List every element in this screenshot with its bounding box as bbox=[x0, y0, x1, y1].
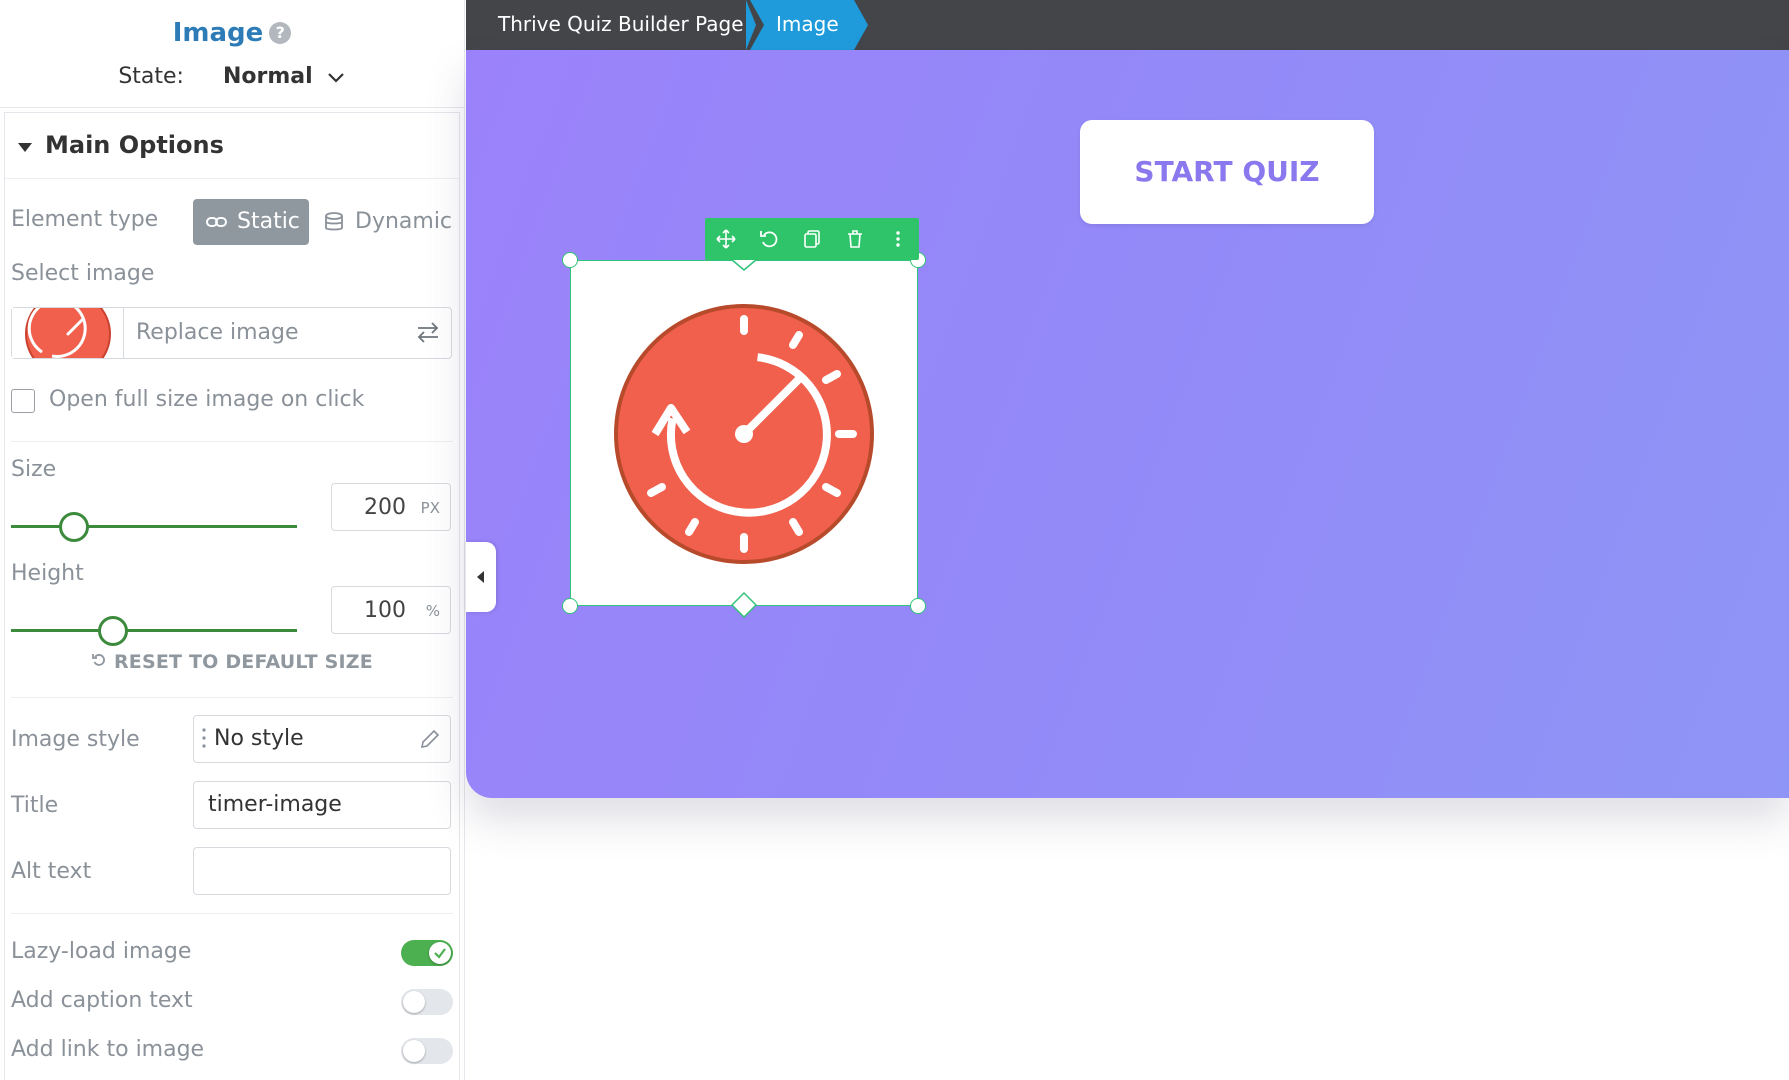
height-value: 100 bbox=[364, 598, 406, 623]
static-label: Static bbox=[237, 209, 300, 234]
duplicate-icon[interactable] bbox=[791, 218, 833, 260]
link-toggle[interactable] bbox=[401, 1038, 453, 1064]
main-options-header[interactable]: Main Options bbox=[5, 113, 459, 179]
resize-handle-top-left[interactable] bbox=[562, 252, 578, 268]
dynamic-button[interactable]: Dynamic bbox=[321, 199, 453, 245]
open-full-size-checkbox[interactable] bbox=[11, 389, 35, 413]
divider bbox=[11, 697, 453, 698]
size-slider[interactable] bbox=[11, 507, 297, 547]
reset-icon bbox=[91, 651, 114, 673]
dynamic-label: Dynamic bbox=[355, 209, 453, 234]
height-slider[interactable] bbox=[11, 611, 297, 651]
breadcrumb: Thrive Quiz Builder Page Image bbox=[466, 0, 1789, 50]
reset-default-size-link[interactable]: RESET TO DEFAULT SIZE bbox=[5, 651, 459, 673]
image-picker[interactable]: Replace image bbox=[11, 307, 452, 359]
settings-panel: Image? State: Normal Main Options Elemen… bbox=[0, 0, 465, 1080]
main-options-section: Main Options Element type Static Dynamic… bbox=[4, 112, 460, 1080]
caption-label: Add caption text bbox=[11, 988, 193, 1013]
size-unit: PX bbox=[420, 499, 440, 517]
link-icon bbox=[205, 211, 229, 239]
link-label: Add link to image bbox=[11, 1037, 205, 1062]
height-slider-track bbox=[11, 629, 297, 632]
image-style-value: No style bbox=[214, 726, 304, 751]
toggle-knob bbox=[429, 942, 451, 964]
state-selector[interactable]: State: Normal bbox=[0, 64, 464, 90]
drag-dots-icon bbox=[202, 726, 206, 754]
state-label: State: bbox=[118, 64, 184, 89]
trash-icon[interactable] bbox=[834, 218, 876, 260]
move-icon[interactable] bbox=[705, 218, 747, 260]
static-button[interactable]: Static bbox=[193, 199, 309, 245]
panel-title: Image? bbox=[0, 18, 464, 48]
breadcrumb-page[interactable]: Thrive Quiz Builder Page bbox=[498, 12, 744, 36]
height-unit: % bbox=[425, 602, 440, 620]
toggle-knob bbox=[403, 991, 425, 1013]
size-value: 200 bbox=[364, 495, 406, 520]
collapse-panel-button[interactable] bbox=[466, 542, 496, 612]
caption-toggle[interactable] bbox=[401, 989, 453, 1015]
height-input[interactable]: 100 % bbox=[331, 586, 451, 634]
breadcrumb-current-label: Image bbox=[776, 12, 839, 36]
lazy-load-toggle[interactable] bbox=[401, 940, 453, 966]
alt-text-input[interactable] bbox=[193, 847, 451, 895]
panel-header: Image? State: Normal bbox=[0, 0, 464, 108]
caret-down-icon bbox=[17, 139, 33, 158]
height-slider-thumb[interactable] bbox=[98, 616, 128, 646]
main-options-label: Main Options bbox=[45, 131, 224, 159]
undo-icon[interactable] bbox=[748, 218, 790, 260]
image-thumbnail bbox=[12, 308, 124, 358]
timer-image bbox=[614, 304, 874, 564]
size-slider-track bbox=[11, 525, 297, 528]
select-image-label: Select image bbox=[11, 261, 155, 286]
resize-handle-bottom-right[interactable] bbox=[910, 598, 926, 614]
reset-label: RESET TO DEFAULT SIZE bbox=[113, 651, 373, 673]
divider bbox=[11, 441, 453, 442]
resize-handle-bottom-left[interactable] bbox=[562, 598, 578, 614]
more-options-icon[interactable] bbox=[877, 218, 919, 260]
element-type-label: Element type bbox=[11, 207, 159, 232]
toggle-knob bbox=[403, 1040, 425, 1062]
breadcrumb-current[interactable]: Image bbox=[750, 0, 868, 50]
open-full-size-label: Open full size image on click bbox=[49, 387, 365, 412]
chevron-down-icon bbox=[326, 65, 346, 90]
image-style-select[interactable]: No style bbox=[193, 715, 451, 763]
selected-image-element[interactable] bbox=[570, 260, 918, 606]
divider bbox=[11, 913, 453, 914]
alt-text-label: Alt text bbox=[11, 859, 92, 884]
size-label: Size bbox=[11, 457, 57, 482]
swap-icon[interactable] bbox=[415, 320, 441, 348]
caret-left-icon bbox=[477, 571, 484, 583]
resize-handle-bottom[interactable] bbox=[731, 592, 757, 618]
database-icon bbox=[323, 211, 345, 239]
state-value: Normal bbox=[222, 64, 313, 89]
title-label: Title bbox=[11, 793, 59, 818]
element-toolbar bbox=[705, 218, 919, 260]
replace-image-label: Replace image bbox=[136, 320, 299, 345]
lazy-load-label: Lazy-load image bbox=[11, 939, 192, 964]
title-input[interactable]: timer-image bbox=[193, 781, 451, 829]
help-icon[interactable]: ? bbox=[269, 22, 292, 44]
start-quiz-button[interactable]: START QUIZ bbox=[1080, 120, 1374, 224]
pencil-icon[interactable] bbox=[418, 727, 442, 755]
size-slider-thumb[interactable] bbox=[59, 512, 89, 542]
open-full-size-row[interactable]: Open full size image on click bbox=[11, 381, 451, 421]
height-label: Height bbox=[11, 561, 84, 586]
toolbar-pointer bbox=[730, 258, 758, 271]
panel-title-text: Image bbox=[172, 18, 264, 48]
size-input[interactable]: 200 PX bbox=[331, 483, 451, 531]
title-value: timer-image bbox=[208, 792, 342, 817]
image-style-label: Image style bbox=[11, 727, 140, 752]
